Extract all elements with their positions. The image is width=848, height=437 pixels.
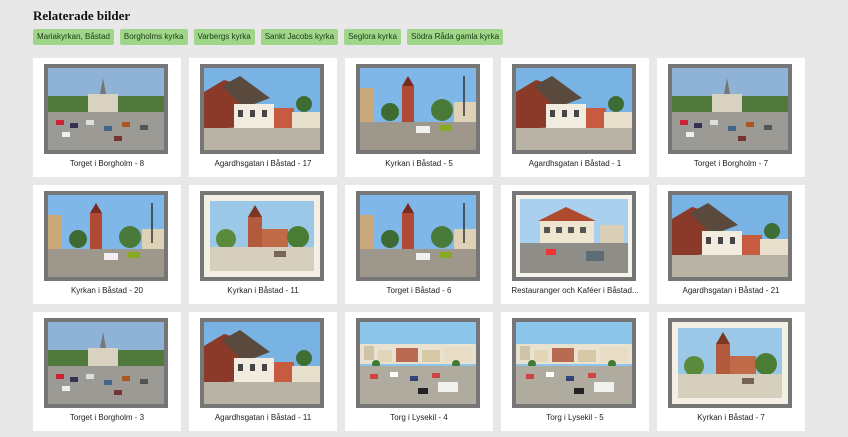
image-card[interactable]: Kyrkan i Båstad - 11 xyxy=(189,185,337,304)
postcard-thumbnail[interactable] xyxy=(356,191,480,281)
image-card[interactable]: Torget i Båstad - 6 xyxy=(345,185,493,304)
image-caption[interactable]: Agardhsgatan i Båstad - 11 xyxy=(193,413,333,422)
postcard-image[interactable] xyxy=(48,195,164,277)
postcard-image[interactable] xyxy=(672,322,788,404)
postcard-thumbnail[interactable] xyxy=(200,318,324,408)
image-grid: Torget i Borgholm - 8 Agardhsgatan i Bås… xyxy=(33,58,805,431)
image-caption[interactable]: Kyrkan i Båstad - 5 xyxy=(349,159,489,168)
image-caption[interactable]: Agardhsgatan i Båstad - 1 xyxy=(505,159,645,168)
postcard-thumbnail[interactable] xyxy=(44,318,168,408)
image-card[interactable]: Torget i Borgholm - 7 xyxy=(657,58,805,177)
postcard-thumbnail[interactable] xyxy=(512,191,636,281)
postcard-thumbnail[interactable] xyxy=(512,318,636,408)
tag-seglora-kyrka[interactable]: Seglora kyrka xyxy=(344,29,401,45)
tag-borgholms-kyrka[interactable]: Borgholms kyrka xyxy=(119,29,188,45)
postcard-image[interactable] xyxy=(204,68,320,150)
postcard-thumbnail[interactable] xyxy=(668,64,792,154)
postcard-image[interactable] xyxy=(48,68,164,150)
image-card[interactable]: Kyrkan i Båstad - 5 xyxy=(345,58,493,177)
image-caption[interactable]: Torget i Båstad - 6 xyxy=(349,286,489,295)
postcard-thumbnail[interactable] xyxy=(668,191,792,281)
postcard-thumbnail[interactable] xyxy=(356,64,480,154)
postcard-thumbnail[interactable] xyxy=(200,64,324,154)
tag-sankt-jacobs-kyrka[interactable]: Sankt Jacobs kyrka xyxy=(260,29,339,45)
postcard-thumbnail[interactable] xyxy=(356,318,480,408)
image-card[interactable]: Agardhsgatan i Båstad - 11 xyxy=(189,312,337,431)
tag-varbergs-kyrka[interactable]: Varbergs kyrka xyxy=(193,29,255,45)
postcard-image[interactable] xyxy=(516,68,632,150)
postcard-thumbnail[interactable] xyxy=(668,318,792,408)
image-caption[interactable]: Kyrkan i Båstad - 20 xyxy=(37,286,177,295)
image-card[interactable]: Agardhsgatan i Båstad - 21 xyxy=(657,185,805,304)
image-caption[interactable]: Torget i Borgholm - 8 xyxy=(37,159,177,168)
image-card[interactable]: Kyrkan i Båstad - 7 xyxy=(657,312,805,431)
tag-list: Mariakyrkan, Båstad Borgholms kyrka Varb… xyxy=(33,29,504,45)
postcard-image[interactable] xyxy=(672,195,788,277)
image-card[interactable]: Torg i Lysekil - 5 xyxy=(501,312,649,431)
image-card[interactable]: Kyrkan i Båstad - 20 xyxy=(33,185,181,304)
image-card[interactable]: Torget i Borgholm - 8 xyxy=(33,58,181,177)
image-card[interactable]: Agardhsgatan i Båstad - 17 xyxy=(189,58,337,177)
postcard-image[interactable] xyxy=(48,322,164,404)
image-caption[interactable]: Torget i Borgholm - 3 xyxy=(37,413,177,422)
image-caption[interactable]: Torg i Lysekil - 4 xyxy=(349,413,489,422)
image-caption[interactable]: Torget i Borgholm - 7 xyxy=(661,159,801,168)
image-card[interactable]: Torg i Lysekil - 4 xyxy=(345,312,493,431)
image-caption[interactable]: Kyrkan i Båstad - 7 xyxy=(661,413,801,422)
related-images-heading: Relaterade bilder xyxy=(33,8,131,23)
image-caption[interactable]: Restauranger och Kaféer i Båstad... xyxy=(505,286,645,295)
postcard-image[interactable] xyxy=(204,195,320,277)
image-card[interactable]: Restauranger och Kaféer i Båstad... xyxy=(501,185,649,304)
postcard-image[interactable] xyxy=(360,322,476,404)
image-card[interactable]: Agardhsgatan i Båstad - 1 xyxy=(501,58,649,177)
image-card[interactable]: Torget i Borgholm - 3 xyxy=(33,312,181,431)
tag-sodra-rada-gamla-kyrka[interactable]: Södra Råda gamla kyrka xyxy=(407,29,504,45)
image-caption[interactable]: Agardhsgatan i Båstad - 17 xyxy=(193,159,333,168)
image-caption[interactable]: Agardhsgatan i Båstad - 21 xyxy=(661,286,801,295)
postcard-image[interactable] xyxy=(516,195,632,277)
postcard-image[interactable] xyxy=(672,68,788,150)
postcard-thumbnail[interactable] xyxy=(44,64,168,154)
image-caption[interactable]: Torg i Lysekil - 5 xyxy=(505,413,645,422)
tag-mariakyrkan[interactable]: Mariakyrkan, Båstad xyxy=(33,29,114,45)
postcard-image[interactable] xyxy=(516,322,632,404)
postcard-image[interactable] xyxy=(360,68,476,150)
postcard-thumbnail[interactable] xyxy=(200,191,324,281)
postcard-thumbnail[interactable] xyxy=(512,64,636,154)
postcard-image[interactable] xyxy=(360,195,476,277)
image-caption[interactable]: Kyrkan i Båstad - 11 xyxy=(193,286,333,295)
postcard-image[interactable] xyxy=(204,322,320,404)
postcard-thumbnail[interactable] xyxy=(44,191,168,281)
